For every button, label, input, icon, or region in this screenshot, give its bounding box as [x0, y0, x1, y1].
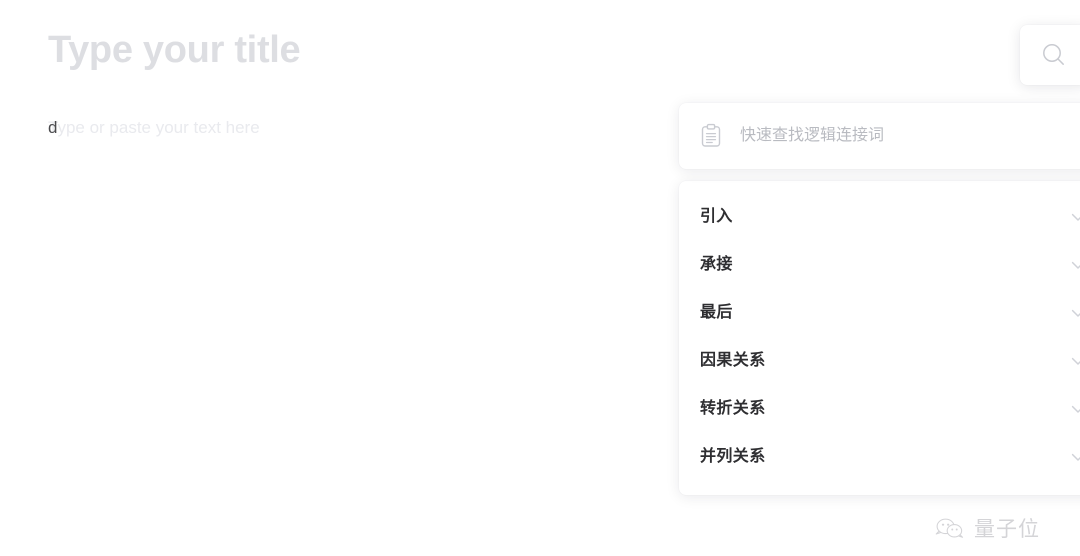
- list-item[interactable]: 引入: [679, 193, 1080, 241]
- document-editor[interactable]: Type your title Type or paste your text …: [0, 0, 700, 556]
- connector-search-input[interactable]: [740, 116, 1040, 156]
- list-item-label: 最后: [700, 304, 733, 321]
- chevron-down-icon[interactable]: [1057, 447, 1080, 467]
- list-item-label: 因果关系: [700, 352, 766, 369]
- document-body[interactable]: Type or paste your text here d: [48, 114, 588, 142]
- clipboard-list-icon: [697, 122, 725, 150]
- list-item-label: 并列关系: [700, 448, 766, 465]
- chevron-down-icon[interactable]: [1057, 207, 1080, 227]
- list-item[interactable]: 并列关系: [679, 433, 1080, 481]
- watermark-text: 量子位: [974, 517, 1040, 541]
- list-item[interactable]: 承接: [679, 241, 1080, 289]
- app-root: Type your title Type or paste your text …: [0, 0, 1080, 556]
- search-icon: [1039, 40, 1069, 70]
- connector-category-list: 引入 承接 最后 因果关系 转折关系 并列关系: [679, 181, 1080, 495]
- list-item[interactable]: 因果关系: [679, 337, 1080, 385]
- list-item-label: 转折关系: [700, 400, 766, 417]
- document-body-placeholder: Type or paste your text here: [48, 118, 260, 137]
- panel-search-bar[interactable]: [679, 103, 1080, 169]
- document-title-placeholder[interactable]: Type your title: [48, 24, 301, 76]
- chevron-down-icon[interactable]: [1057, 255, 1080, 275]
- list-item[interactable]: 最后: [679, 289, 1080, 337]
- chevron-down-icon[interactable]: [1057, 303, 1080, 323]
- document-body-typed-text[interactable]: d: [48, 114, 57, 142]
- wechat-icon: [935, 516, 965, 542]
- watermark: 量子位: [935, 516, 1040, 542]
- logic-connector-panel: 引入 承接 最后: [679, 103, 1080, 495]
- list-item-label: 引入: [700, 208, 733, 225]
- list-item[interactable]: 转折关系: [679, 385, 1080, 433]
- chevron-down-icon[interactable]: [1057, 351, 1080, 371]
- list-item-label: 承接: [700, 256, 733, 273]
- search-toggle-button[interactable]: [1020, 25, 1080, 85]
- chevron-down-icon[interactable]: [1057, 399, 1080, 419]
